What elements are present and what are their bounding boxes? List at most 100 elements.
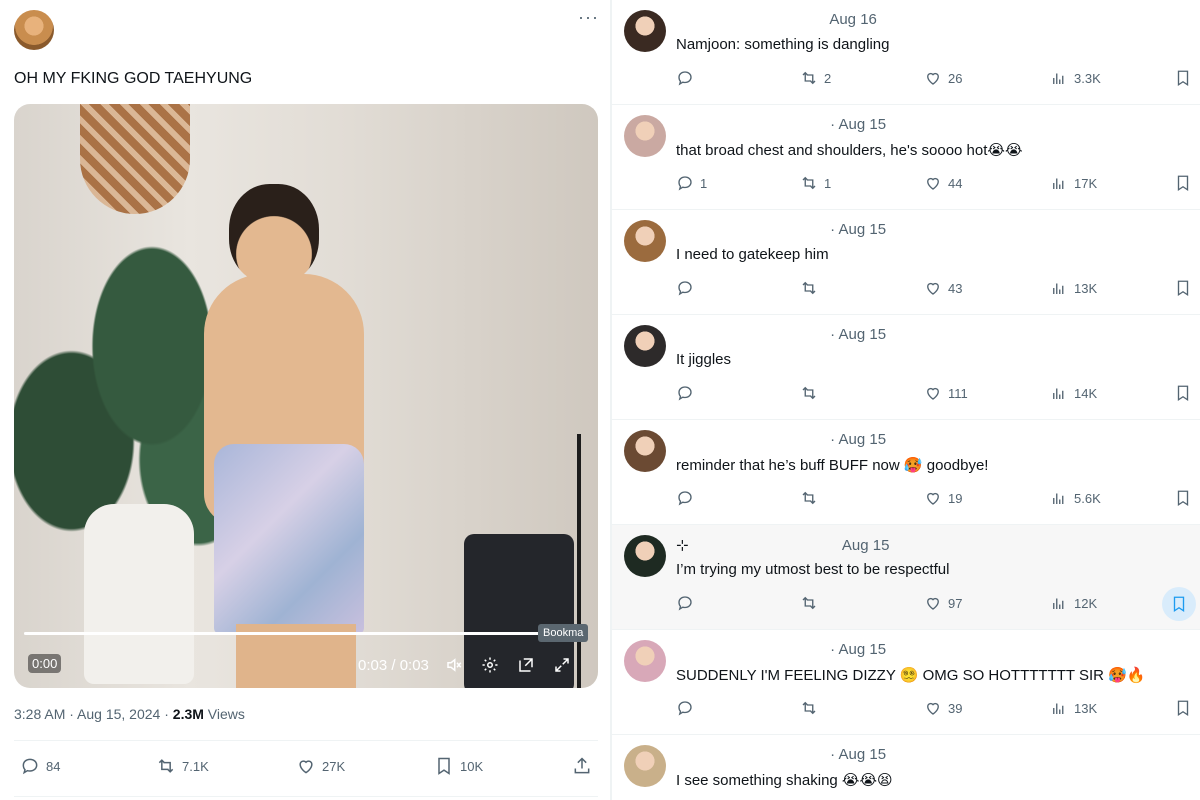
video-player[interactable]: 0:00 0:03 / 0:03 — [14, 104, 598, 688]
reply-item[interactable]: · Aug 15 reminder that he’s buff BUFF now… — [612, 420, 1200, 525]
reply-avatar[interactable] — [624, 430, 666, 472]
repost-button[interactable] — [800, 381, 818, 405]
heart-icon — [299, 760, 313, 774]
like-button[interactable]: 111 — [924, 381, 968, 405]
reply-button[interactable]: 1 — [676, 171, 707, 195]
like-button[interactable]: 43 — [924, 276, 962, 300]
bookmark-button[interactable] — [1174, 276, 1192, 300]
like-button[interactable]: 27K — [296, 756, 345, 776]
reply-button[interactable] — [676, 486, 694, 510]
reply-author-redacted[interactable] — [689, 541, 839, 551]
share-button[interactable] — [572, 756, 592, 776]
reply-text: It jiggles — [676, 351, 732, 368]
reply-button[interactable]: 84 — [20, 756, 60, 776]
reply-date[interactable]: Aug 16 — [826, 11, 877, 28]
bookmark-button[interactable] — [1174, 66, 1192, 90]
mute-icon[interactable] — [443, 654, 465, 676]
reply-avatar[interactable] — [624, 220, 666, 262]
reply-header: Aug 16 — [676, 11, 877, 28]
bookmark-button[interactable] — [1174, 696, 1192, 720]
repost-count: 2 — [824, 70, 832, 86]
reply-item[interactable]: · Aug 15 It jiggles 111 14K — [612, 315, 1200, 420]
views-button[interactable]: 13K — [1050, 276, 1097, 300]
bookmark-button[interactable] — [1174, 486, 1192, 510]
like-button[interactable]: 39 — [924, 696, 962, 720]
views-button[interactable]: 3.3K — [1050, 66, 1101, 90]
reply-icon — [22, 758, 38, 775]
repost-button[interactable] — [800, 276, 818, 300]
video-controls: 0:03 / 0:03 — [358, 654, 573, 676]
settings-icon[interactable] — [479, 654, 501, 676]
reply-date[interactable]: · Aug 15 — [826, 221, 886, 238]
repost-button[interactable] — [800, 696, 818, 720]
reply-item[interactable]: · Aug 15 SUDDENLY I'M FEELING DIZZY 😵‍💫 O… — [612, 630, 1200, 735]
bookmark-button[interactable] — [1162, 587, 1196, 621]
reply-item[interactable]: · Aug 15 that broad chest and shoulders, … — [612, 105, 1200, 210]
reply-date[interactable]: · Aug 15 — [826, 641, 886, 658]
reply-author-redacted[interactable] — [676, 645, 826, 655]
like-button[interactable]: 97 — [924, 591, 962, 615]
reply-date[interactable]: · Aug 15 — [826, 431, 886, 448]
views-button[interactable]: 14K — [1050, 381, 1097, 405]
like-count: 19 — [948, 490, 963, 506]
repost-button[interactable]: 2 — [800, 66, 831, 90]
author-handle-redacted[interactable] — [62, 32, 142, 42]
reply-date[interactable]: · Aug 15 — [826, 116, 886, 133]
reply-author-redacted[interactable] — [676, 120, 826, 130]
views-button[interactable]: 12K — [1050, 591, 1097, 615]
reply-author-redacted[interactable] — [676, 15, 826, 25]
reply-avatar[interactable] — [624, 115, 666, 157]
reply-author-redacted[interactable] — [676, 435, 826, 445]
like-button[interactable]: 44 — [924, 171, 962, 195]
tweet-timestamp[interactable]: 3:28 AM · Aug 15, 2024 · — [14, 706, 169, 722]
reply-avatar[interactable] — [624, 745, 666, 787]
reply-icon — [678, 281, 692, 296]
reply-button[interactable] — [676, 381, 694, 405]
reply-avatar[interactable] — [624, 535, 666, 577]
pip-icon[interactable] — [515, 654, 537, 676]
reply-avatar[interactable] — [624, 640, 666, 682]
bookmark-button[interactable] — [1174, 381, 1192, 405]
bookmark-button[interactable] — [1174, 171, 1192, 195]
reply-author-redacted[interactable] — [676, 225, 826, 235]
reply-header: · Aug 15 — [676, 221, 886, 238]
reply-header: · Aug 15 — [676, 116, 886, 133]
reply-item[interactable]: · Aug 15 I need to gatekeep him 43 13K — [612, 210, 1200, 315]
views-icon — [1053, 703, 1064, 714]
views-label: Views — [207, 706, 245, 722]
video-progress-bar[interactable] — [24, 632, 588, 635]
reply-date[interactable]: · Aug 15 — [826, 746, 886, 763]
reply-text: I need to gatekeep him — [676, 246, 829, 263]
repost-button[interactable]: 1 — [800, 171, 831, 195]
author-name-redacted[interactable] — [62, 14, 122, 24]
reply-button[interactable] — [676, 66, 694, 90]
bookmark-button[interactable]: 10K — [434, 756, 483, 776]
like-button[interactable]: 26 — [924, 66, 962, 90]
repost-button[interactable] — [800, 591, 818, 615]
views-button[interactable]: 5.6K — [1050, 486, 1101, 510]
reply-author-redacted[interactable] — [676, 330, 826, 340]
views-button[interactable]: 17K — [1050, 171, 1097, 195]
heart-icon — [927, 177, 939, 190]
reply-button[interactable] — [676, 276, 694, 300]
like-button[interactable]: 19 — [924, 486, 962, 510]
reply-header: ⊹ Aug 15 — [676, 536, 889, 554]
views-button[interactable]: 13K — [1050, 696, 1097, 720]
reply-item[interactable]: ⊹ Aug 15 I’m trying my utmost best to be … — [612, 525, 1200, 630]
author-avatar[interactable] — [14, 10, 54, 50]
reply-avatar[interactable] — [624, 325, 666, 367]
bookmark-icon — [1177, 700, 1189, 717]
reply-date[interactable]: Aug 15 — [839, 537, 890, 554]
reply-item[interactable]: Aug 16 Namjoon: something is dangling 2 26 3… — [612, 0, 1200, 105]
reply-date[interactable]: · Aug 15 — [826, 326, 886, 343]
reply-button[interactable] — [676, 591, 694, 615]
reply-button[interactable] — [676, 696, 694, 720]
repost-button[interactable]: 7.1K — [156, 756, 209, 776]
repost-button[interactable] — [800, 486, 818, 510]
reply-author-redacted[interactable] — [676, 750, 826, 760]
reply-count: 1 — [700, 175, 708, 191]
more-options-button[interactable]: ··· — [578, 8, 599, 26]
reply-item[interactable]: · Aug 15 I see something shaking 😭😭😫 — [612, 735, 1200, 800]
reply-avatar[interactable] — [624, 10, 666, 52]
fullscreen-icon[interactable] — [551, 654, 573, 676]
